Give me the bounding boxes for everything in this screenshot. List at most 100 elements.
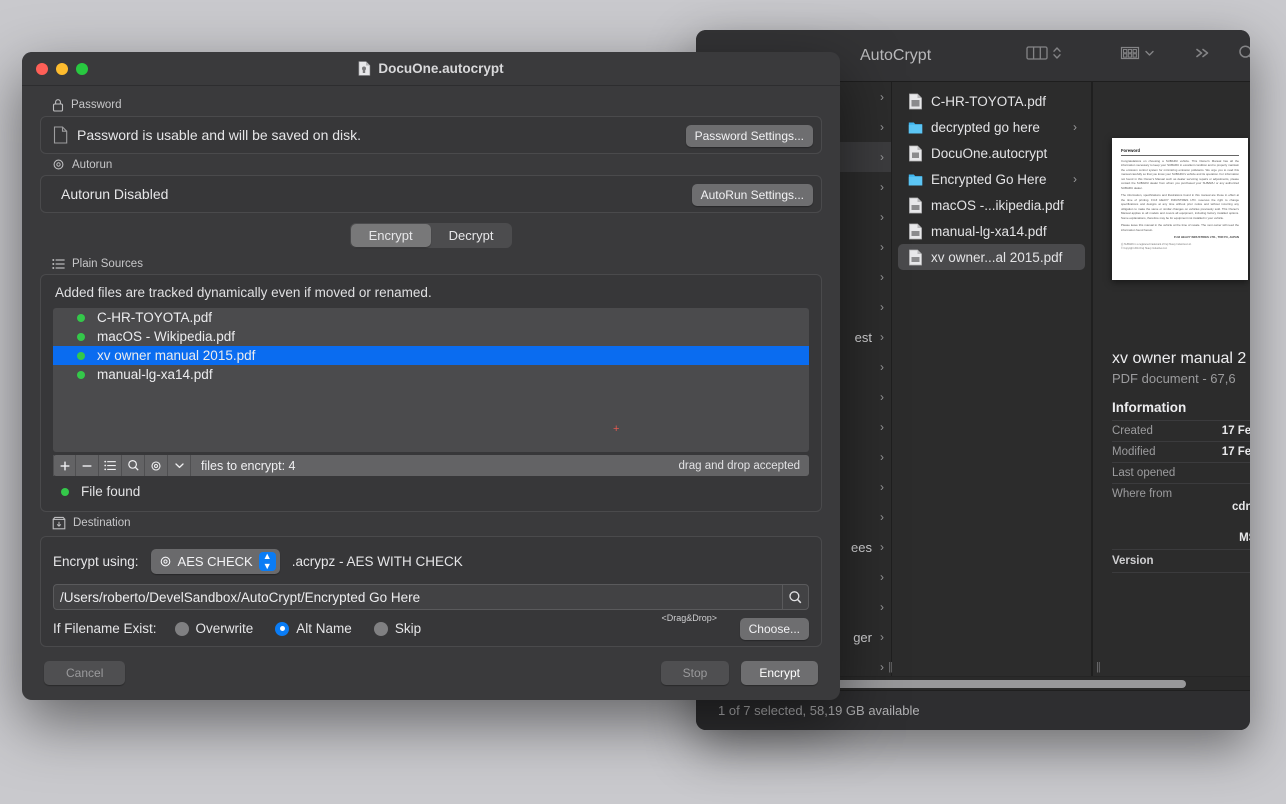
thumbnail-paragraph: Please leave this manual in the vehicle … (1121, 223, 1239, 232)
drag-drop-hint: <Drag&Drop> (661, 613, 717, 623)
autorun-settings-button[interactable]: AutoRun Settings... (692, 184, 813, 206)
finder-preview-column: Foreword Congratulations on choosing a S… (1092, 82, 1250, 690)
radio-button[interactable] (175, 622, 189, 636)
files-count-text: files to encrypt: 4 (201, 459, 296, 473)
chevron-right-icon: › (880, 210, 884, 224)
legend-file-found: File found (53, 484, 809, 499)
status-dot-green (77, 333, 85, 341)
finder-file-column[interactable]: C-HR-TOYOTA.pdf decrypted go here › Docu… (892, 82, 1092, 690)
screen: AutoCrypt (0, 0, 1286, 804)
info-key: Created (1112, 425, 1153, 437)
info-value: 17 February (1222, 425, 1250, 437)
preview-info-panel: xv owner manual 2 PDF document - 67,6 In… (1112, 350, 1250, 573)
list-item-selected[interactable]: xv owner...al 2015.pdf (898, 244, 1085, 270)
autorun-panel: Autorun Disabled AutoRun Settings... (40, 175, 822, 213)
chevron-right-icon: › (880, 510, 884, 524)
tab-encrypt[interactable]: Encrypt (351, 224, 431, 247)
group-by-icon[interactable] (1120, 45, 1140, 61)
chevron-down-icon[interactable] (1144, 45, 1155, 61)
plain-sources-list[interactable]: C-HR-TOYOTA.pdf macOS - Wikipedia.pdf xv… (53, 308, 809, 452)
autocrypt-titlebar: DocuOne.autocrypt (22, 52, 840, 86)
info-key: Last opened (1112, 467, 1175, 479)
chevron-right-icon: › (880, 270, 884, 284)
list-item-selected[interactable]: xv owner manual 2015.pdf (53, 346, 809, 365)
destination-path-value: /Users/roberto/DevelSandbox/AutoCrypt/En… (60, 590, 420, 605)
password-settings-button[interactable]: Password Settings... (686, 125, 813, 147)
thumbnail-paragraph: Congratulations on choosing a SUBARU veh… (1121, 159, 1239, 191)
where-from-line: cdn.subar (1112, 500, 1250, 516)
file-name: decrypted go here (931, 120, 1073, 135)
cipher-description: .acrypz - AES WITH CHECK (292, 554, 463, 569)
chevron-right-icon: › (880, 120, 884, 134)
radio-alt-name[interactable]: Alt Name (275, 621, 352, 636)
document-icon (908, 145, 923, 162)
choose-button[interactable]: Choose... (740, 618, 809, 640)
chevron-right-icon: › (880, 660, 884, 674)
info-row: Created 17 February (1112, 420, 1250, 441)
list-item[interactable]: Encrypted Go Here › (898, 166, 1085, 192)
search-icon[interactable] (1237, 44, 1250, 62)
chevron-right-icon: › (1073, 120, 1077, 134)
pdf-file-icon (908, 197, 923, 214)
cancel-button[interactable]: Cancel (44, 661, 125, 685)
radio-label: Skip (395, 621, 421, 636)
group-label-text: Password (71, 99, 122, 111)
cipher-select[interactable]: AES CHECK ▲▼ (151, 549, 280, 574)
gear-icon (159, 555, 172, 568)
radio-overwrite[interactable]: Overwrite (175, 621, 254, 636)
pdf-file-icon (908, 249, 923, 266)
radio-button[interactable] (374, 622, 388, 636)
destination-icon (52, 516, 66, 530)
info-value: 17 February (1222, 446, 1250, 458)
list-item[interactable]: macOS - Wikipedia.pdf (53, 327, 809, 346)
where-from-row: Where from cdn.subar doc/ MSA5M1 (1112, 483, 1250, 549)
plain-sources-panel: Added files are tracked dynamically even… (40, 274, 822, 512)
file-name: macOS - Wikipedia.pdf (97, 329, 235, 344)
file-name: manual-lg-xa14.pdf (97, 367, 213, 382)
gear-icon[interactable] (145, 455, 168, 476)
file-name: C-HR-TOYOTA.pdf (931, 94, 1077, 109)
list-item[interactable]: C-HR-TOYOTA.pdf (898, 88, 1085, 114)
where-from-line: MSA5M1 (1112, 531, 1250, 547)
search-icon[interactable] (782, 584, 808, 610)
view-stepper-icon[interactable] (1052, 45, 1062, 61)
file-name: xv owner manual 2015.pdf (97, 348, 255, 363)
info-row: Last opened 18 Feb (1112, 462, 1250, 483)
radio-button-selected[interactable] (275, 622, 289, 636)
list-item[interactable]: decrypted go here › (898, 114, 1085, 140)
search-icon[interactable] (122, 455, 145, 476)
version-label: Version (1112, 549, 1250, 573)
status-dot-green (77, 314, 85, 322)
column-resize-grip[interactable]: || (1096, 661, 1100, 673)
more-chevrons-icon[interactable] (1193, 45, 1213, 61)
drop-indicator-icon: + (613, 423, 619, 435)
chevron-right-icon: › (880, 540, 884, 554)
file-name: macOS -...ikipedia.pdf (931, 198, 1077, 213)
column-resize-grip[interactable]: || (888, 661, 892, 673)
radio-skip[interactable]: Skip (374, 621, 421, 636)
stop-button[interactable]: Stop (661, 661, 730, 685)
encrypt-button[interactable]: Encrypt (741, 661, 818, 685)
destination-path-field[interactable]: /Users/roberto/DevelSandbox/AutoCrypt/En… (53, 584, 809, 610)
tab-decrypt[interactable]: Decrypt (431, 224, 512, 247)
stepper-icon[interactable]: ▲▼ (259, 552, 276, 571)
list-item[interactable]: manual-lg-xa14.pdf (898, 218, 1085, 244)
radio-label: Alt Name (296, 621, 352, 636)
finder-title: AutoCrypt (860, 47, 931, 65)
partial-row-label: est (855, 330, 872, 345)
list-item[interactable]: macOS -...ikipedia.pdf (898, 192, 1085, 218)
list-item[interactable]: manual-lg-xa14.pdf (53, 365, 809, 384)
add-icon[interactable] (53, 455, 76, 476)
column-view-icon[interactable] (1026, 45, 1048, 61)
chevron-right-icon: › (880, 150, 884, 164)
status-dot-green (61, 488, 69, 496)
filename-exist-label: If Filename Exist: (53, 621, 157, 636)
remove-icon[interactable] (76, 455, 99, 476)
chevron-right-icon: › (880, 390, 884, 404)
list-icon[interactable] (99, 455, 122, 476)
list-item[interactable]: C-HR-TOYOTA.pdf (53, 308, 809, 327)
group-label-text: Autorun (72, 159, 112, 171)
chevron-down-icon[interactable] (168, 455, 191, 476)
list-item[interactable]: DocuOne.autocrypt (898, 140, 1085, 166)
segmented-control[interactable]: Encrypt Decrypt (350, 223, 513, 248)
